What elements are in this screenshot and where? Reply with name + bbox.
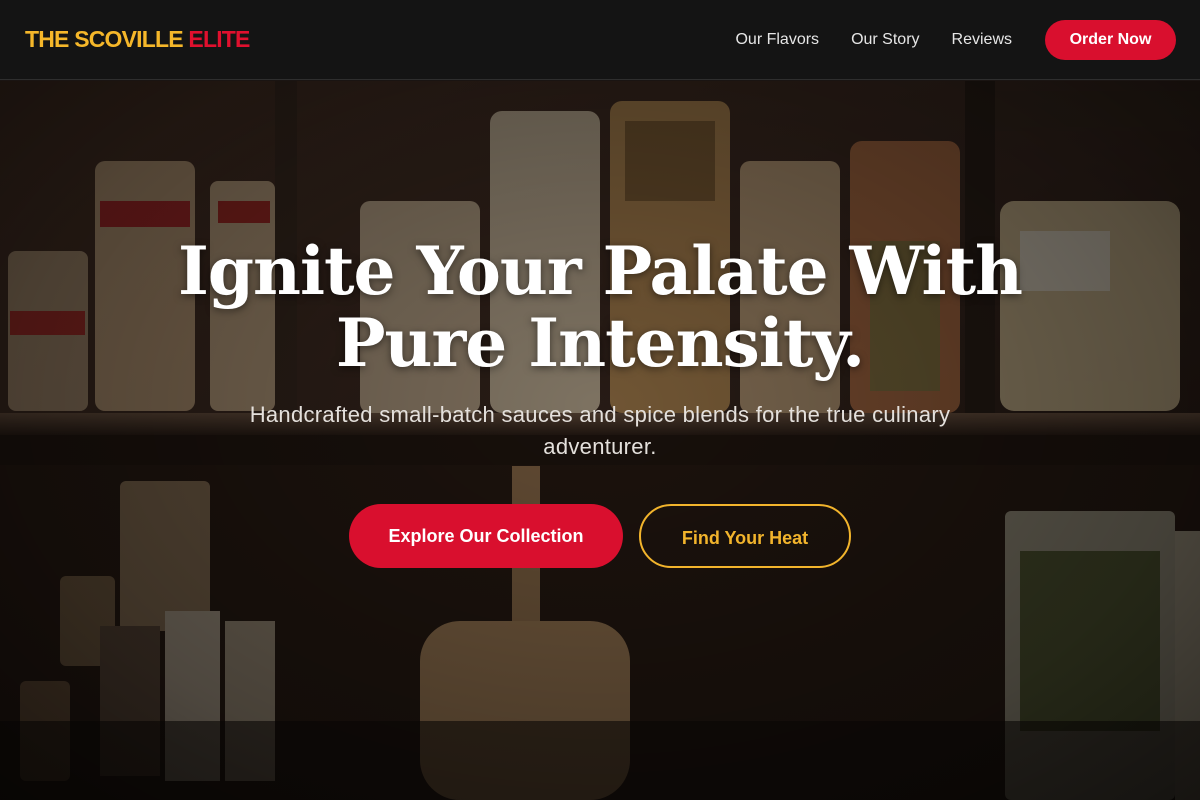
hero-headline-line-2: Pure Intensity. xyxy=(335,304,865,382)
main-nav: Our Flavors Our Story Reviews Order Now xyxy=(735,19,1176,60)
nav-link-reviews[interactable]: Reviews xyxy=(952,31,1012,49)
hero-content: Ignite Your Palate With Pure Intensity. … xyxy=(0,81,1200,800)
site-logo[interactable]: THE SCOVILLE ELITE xyxy=(25,26,250,53)
logo-text-primary: THE SCOVILLE xyxy=(25,26,184,52)
site-header: THE SCOVILLE ELITE Our Flavors Our Story… xyxy=(0,0,1200,80)
explore-collection-button[interactable]: Explore Our Collection xyxy=(349,504,623,568)
hero-subheadline: Handcrafted small-batch sauces and spice… xyxy=(249,402,951,459)
hero-headline: Ignite Your Palate With Pure Intensity. xyxy=(150,235,1050,379)
nav-link-our-story[interactable]: Our Story xyxy=(851,31,919,49)
find-your-heat-button[interactable]: Find Your Heat xyxy=(639,504,851,568)
nav-link-our-flavors[interactable]: Our Flavors xyxy=(735,31,819,49)
hero-section: Ignite Your Palate With Pure Intensity. … xyxy=(0,81,1200,800)
logo-text-accent: ELITE xyxy=(188,26,250,52)
hero-headline-line-1: Ignite Your Palate With xyxy=(177,232,1023,310)
order-now-button[interactable]: Order Now xyxy=(1045,19,1176,60)
